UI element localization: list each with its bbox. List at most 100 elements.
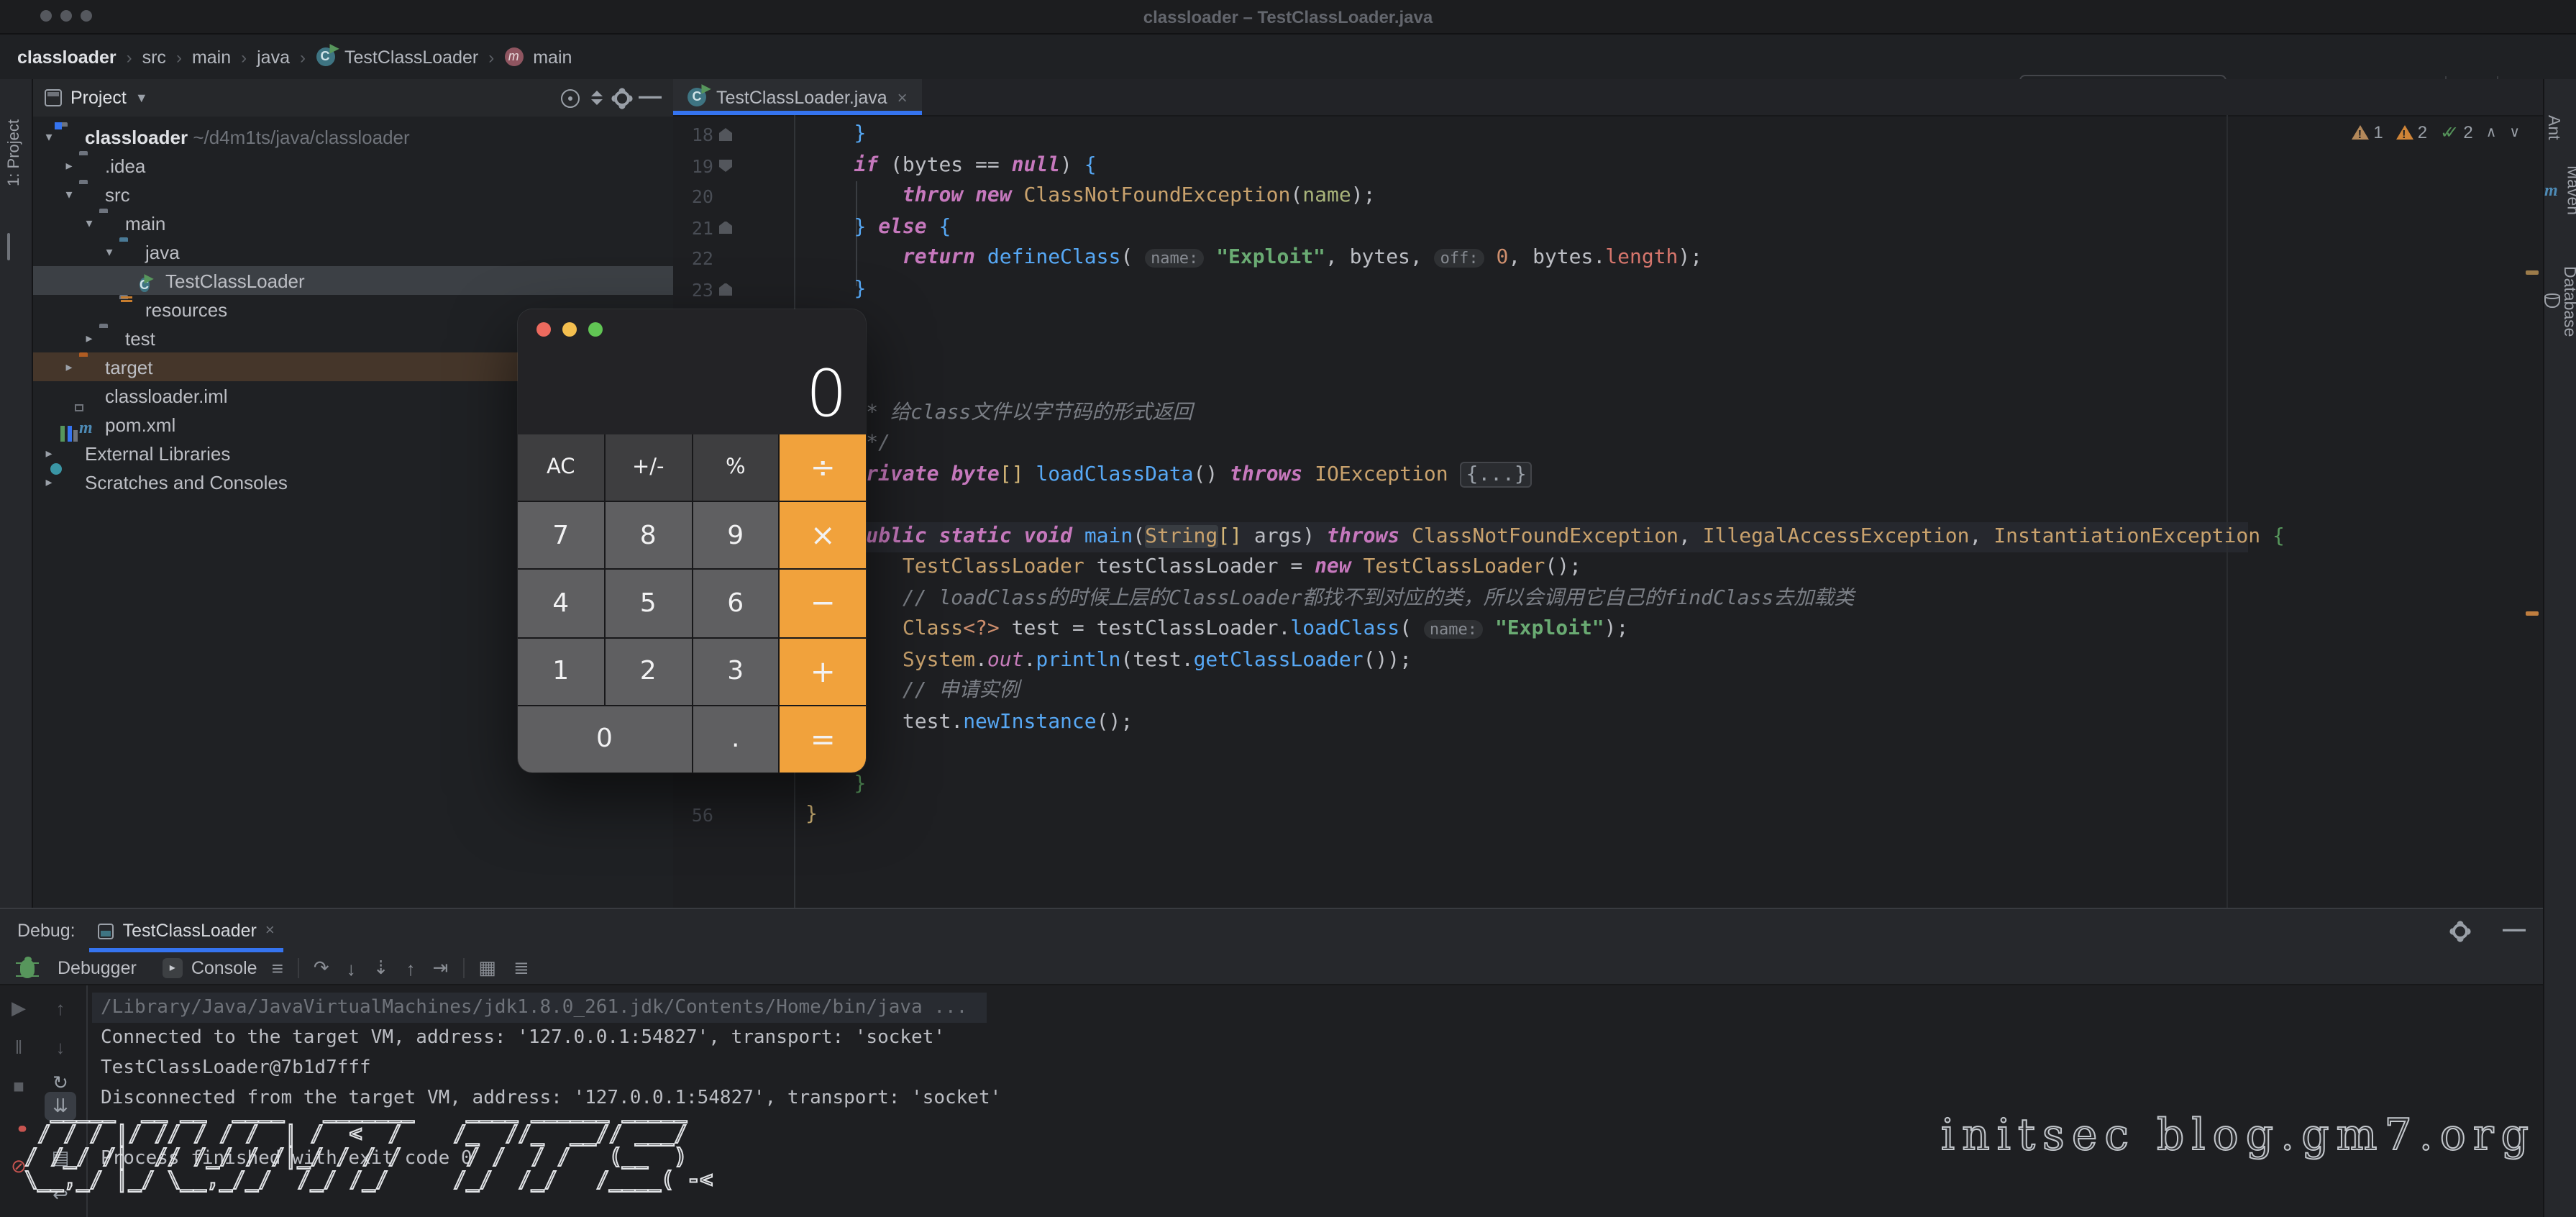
tree-item-src[interactable]: ▾ src xyxy=(33,180,673,209)
calculator-window[interactable]: 0 AC+/-%÷789×456−123+0.= xyxy=(518,309,866,772)
chevron-right-icon[interactable]: ▸ xyxy=(82,330,96,346)
evaluate-expression-icon[interactable]: ▦ xyxy=(478,957,496,980)
chevron-down-icon[interactable]: ▼ xyxy=(135,91,148,105)
code-line: if (bytes == null) { xyxy=(805,150,1097,181)
force-step-into-icon[interactable]: ⇣ xyxy=(373,957,389,980)
pause-icon[interactable]: ‖ xyxy=(15,1036,23,1058)
chevron-down-icon[interactable]: ▾ xyxy=(102,244,117,260)
tree-item-classloader[interactable]: ▾classloader ~/d4m1ts/java/classloader xyxy=(33,122,673,151)
calc-button-[interactable]: + xyxy=(780,638,867,704)
step-out-icon[interactable]: ↑ xyxy=(406,957,416,979)
tree-item-label: src xyxy=(105,183,130,205)
up-stack-icon[interactable]: ↑ xyxy=(56,998,65,1019)
calc-button-8[interactable]: 8 xyxy=(606,502,692,568)
calc-button-1[interactable]: 1 xyxy=(518,638,604,704)
tab-debugger[interactable]: Debugger xyxy=(58,958,137,978)
calc-button-[interactable]: = xyxy=(780,706,867,772)
calc-button-[interactable]: ÷ xyxy=(780,434,867,501)
breadcrumb-item-testclassloader[interactable]: TestClassLoader xyxy=(344,47,478,67)
calc-button-2[interactable]: 2 xyxy=(606,638,692,704)
calc-button-4[interactable]: 4 xyxy=(518,570,604,637)
code-line: } else { xyxy=(805,212,951,243)
breadcrumb-item-java[interactable]: java xyxy=(257,47,290,67)
fold-marker-icon[interactable] xyxy=(719,128,732,141)
chevron-down-icon[interactable]: ▾ xyxy=(62,186,76,202)
calc-button-dot[interactable]: . xyxy=(693,706,779,772)
tab-console[interactable]: ▸ Console xyxy=(163,958,257,978)
breadcrumb-item-main[interactable]: main xyxy=(533,47,572,67)
calc-button-[interactable]: − xyxy=(780,570,867,637)
tree-item-label: TestClassLoader xyxy=(165,270,305,291)
chevron-right-icon[interactable]: ▸ xyxy=(62,158,76,173)
step-into-icon[interactable]: ↓ xyxy=(347,957,356,979)
calc-button-7[interactable]: 7 xyxy=(518,502,604,568)
scrollbar-warning-mark xyxy=(2526,270,2539,275)
zoom-window-icon[interactable] xyxy=(588,322,603,337)
chevron-right-icon[interactable]: ▸ xyxy=(42,445,56,461)
hide-panel-icon[interactable]: — xyxy=(639,85,662,111)
code-line: Class<?> test = testClassLoader.loadClas… xyxy=(805,614,1628,645)
calc-button-ac[interactable]: AC xyxy=(518,434,604,501)
minimize-window-icon[interactable] xyxy=(562,322,577,337)
run-config-icon xyxy=(99,923,114,939)
sidebar-item-project[interactable]: 1: Project xyxy=(6,119,23,186)
sidebar-item-database[interactable]: Database xyxy=(2544,266,2576,337)
tab-testclassloader[interactable]: C▶ TestClassLoader.java × xyxy=(673,79,922,115)
console-line: TestClassLoader@7b1d7fff xyxy=(101,1053,371,1083)
project-panel-title[interactable]: Project xyxy=(70,88,127,108)
right-tool-stripe: Ant mMaven Database xyxy=(2543,79,2576,1217)
tree-item-java[interactable]: ▾ java xyxy=(33,237,673,266)
calc-button-3[interactable]: 3 xyxy=(693,638,779,704)
tree-item-main[interactable]: ▾main xyxy=(33,209,673,237)
bookmarks-icon[interactable] xyxy=(7,234,10,260)
tree-item-path: ~/d4m1ts/java/classloader xyxy=(188,126,410,147)
calc-button-[interactable]: × xyxy=(780,502,867,568)
chevron-down-icon[interactable]: ▾ xyxy=(82,215,96,231)
collapse-all-icon[interactable] xyxy=(588,89,606,106)
chevron-down-icon[interactable]: ▾ xyxy=(42,129,56,145)
sidebar-item-ant[interactable]: Ant xyxy=(2544,115,2576,140)
tree-item-label: java xyxy=(145,241,180,263)
breadcrumb-item-src[interactable]: src xyxy=(142,47,166,67)
tree-item-testclassloader[interactable]: C▶TestClassLoader xyxy=(33,266,673,295)
scratches-icon xyxy=(59,472,79,492)
chevron-right-icon[interactable]: ▸ xyxy=(62,359,76,375)
debug-label: Debug: xyxy=(17,921,76,941)
chevron-right-icon[interactable]: ▸ xyxy=(42,474,56,490)
right-margin-guide xyxy=(2226,115,2228,908)
gear-icon[interactable] xyxy=(614,90,630,106)
close-window-icon[interactable] xyxy=(536,322,551,337)
calc-button-6[interactable]: 6 xyxy=(693,570,779,637)
code-line: TestClassLoader testClassLoader = new Te… xyxy=(805,552,1581,583)
tree-item-idea[interactable]: ▸.idea xyxy=(33,151,673,180)
folder-icon xyxy=(79,184,99,204)
fold-marker-icon[interactable] xyxy=(719,221,732,234)
tree-item-label: pom.xml xyxy=(105,414,175,435)
fold-marker-icon[interactable] xyxy=(719,283,732,296)
locate-file-icon[interactable] xyxy=(561,88,580,107)
breadcrumb-item-classloader[interactable]: classloader xyxy=(17,47,117,67)
breadcrumb-item-main[interactable]: main xyxy=(192,47,231,67)
sidebar-item-maven[interactable]: mMaven xyxy=(2544,165,2576,215)
run-to-cursor-icon[interactable]: ⇥ xyxy=(433,957,449,980)
close-icon[interactable]: × xyxy=(265,922,275,939)
stop-icon[interactable]: ■ xyxy=(13,1075,24,1097)
close-icon[interactable]: × xyxy=(898,87,908,107)
resume-icon[interactable]: ▶ xyxy=(12,997,26,1020)
step-over-icon[interactable]: ↷ xyxy=(314,957,329,980)
calc-button-5[interactable]: 5 xyxy=(606,570,692,637)
gear-icon[interactable] xyxy=(2452,923,2468,939)
menu-icon[interactable]: ≡ xyxy=(272,957,283,980)
calc-button-0[interactable]: 0 xyxy=(518,706,691,772)
calc-button-9[interactable]: 9 xyxy=(693,502,779,568)
down-stack-icon[interactable]: ↓ xyxy=(56,1036,65,1058)
layout-settings-icon[interactable]: ≣ xyxy=(513,957,529,980)
calc-button-plusminus[interactable]: +/- xyxy=(606,434,692,501)
maven-icon: m xyxy=(2544,180,2558,201)
debug-session-tab[interactable]: TestClassLoader × xyxy=(90,909,283,952)
code-editor[interactable]: 18 }19 if (bytes == null) {20 throw new … xyxy=(673,115,2543,908)
hide-panel-icon[interactable]: — xyxy=(2503,918,2526,944)
calc-button-[interactable]: % xyxy=(693,434,779,501)
fold-marker-icon[interactable] xyxy=(719,159,732,172)
editor-tab-bar: C▶ TestClassLoader.java × xyxy=(673,79,2543,117)
